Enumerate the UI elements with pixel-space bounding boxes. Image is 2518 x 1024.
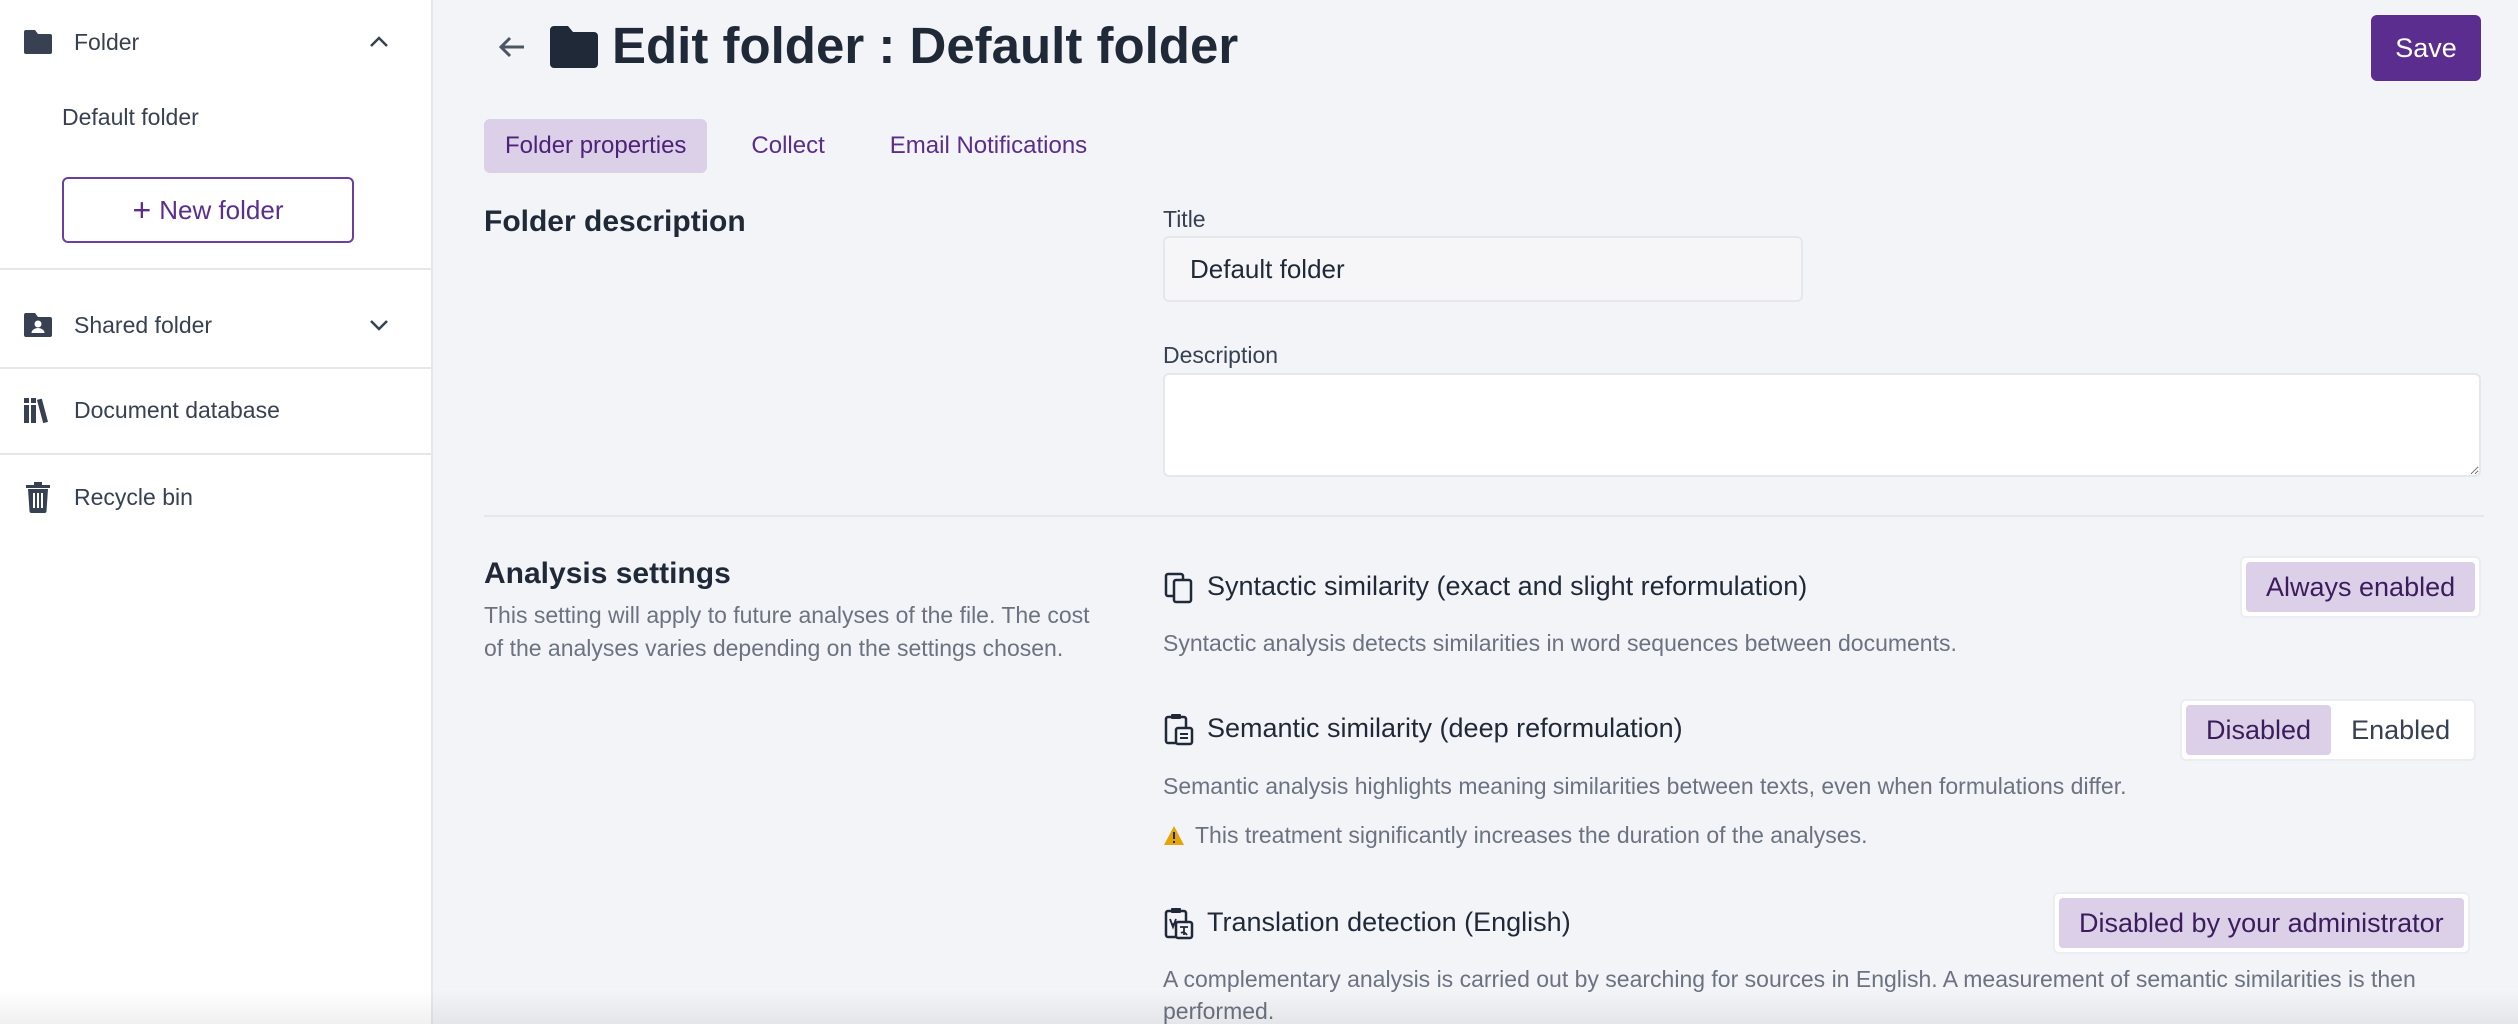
semantic-warning: This treatment significantly increases t… (1163, 822, 1867, 849)
description-textarea[interactable] (1163, 373, 2481, 477)
sidebar-item-recycle-bin[interactable]: Recycle bin (0, 467, 431, 527)
back-arrow-icon[interactable] (494, 32, 530, 62)
trash-icon (22, 481, 54, 513)
folder-icon (22, 26, 54, 58)
warning-icon (1164, 825, 1184, 845)
sidebar-divider (0, 367, 431, 369)
semantic-enabled-option[interactable]: Enabled (2331, 705, 2470, 755)
clipboard-compare-icon (1164, 714, 1194, 746)
folder-icon (550, 26, 598, 68)
copy-icon (1164, 572, 1193, 604)
new-folder-label: New folder (159, 194, 284, 225)
always-enabled-badge: Always enabled (2246, 562, 2476, 612)
chevron-down-icon[interactable] (365, 311, 393, 339)
tab-folder-properties[interactable]: Folder properties (484, 119, 708, 173)
sidebar-item-default-folder[interactable]: Default folder (62, 104, 199, 131)
semantic-similarity-description: Semantic analysis highlights meaning sim… (1163, 773, 2127, 799)
title-label: Title (1163, 206, 1206, 232)
plus-icon: + (132, 192, 152, 228)
folder-description-title: Folder description (484, 205, 746, 238)
new-folder-button[interactable]: + New folder (62, 177, 354, 243)
sidebar-divider (0, 453, 431, 455)
sidebar-item-shared-folder[interactable]: Shared folder (0, 295, 431, 355)
translate-icon (1164, 908, 1194, 940)
semantic-toggle-group: Disabled Enabled (2180, 699, 2477, 761)
tab-email-notifications[interactable]: Email Notifications (869, 119, 1108, 173)
semantic-disabled-option[interactable]: Disabled (2186, 705, 2332, 755)
chevron-up-icon[interactable] (365, 28, 393, 56)
sidebar-item-recycle-bin-label: Recycle bin (74, 483, 193, 510)
books-icon (22, 394, 54, 426)
translation-detection-description: A complementary analysis is carried out … (1163, 966, 2416, 1024)
shared-folder-icon (22, 309, 54, 341)
save-button[interactable]: Save (2371, 15, 2481, 81)
sidebar-item-document-database-label: Document database (74, 396, 280, 423)
syntactic-similarity-description: Syntactic analysis detects similarities … (1163, 630, 1957, 656)
analysis-settings-title: Analysis settings (484, 557, 731, 590)
sidebar: Folder Default folder + New folder Share… (0, 0, 433, 1024)
disabled-by-admin-badge: Disabled by your administrator (2059, 898, 2464, 948)
semantic-similarity-title: Semantic similarity (deep reformulation) (1207, 713, 1683, 743)
page-title: Edit folder : Default folder (612, 17, 1239, 74)
analysis-settings-subtitle: This setting will apply to future analys… (484, 602, 1090, 661)
syntactic-similarity-title: Syntactic similarity (exact and slight r… (1207, 571, 1808, 601)
translation-detection-title: Translation detection (English) (1207, 907, 1571, 937)
section-divider (484, 515, 2484, 517)
semantic-warning-text: This treatment significantly increases t… (1195, 822, 1868, 848)
sidebar-item-folder[interactable]: Folder (0, 12, 431, 72)
description-label: Description (1163, 342, 1279, 368)
syntactic-status-group: Always enabled (2240, 556, 2482, 618)
sidebar-item-folder-label: Folder (74, 28, 140, 55)
translation-status-group: Disabled by your administrator (2053, 892, 2470, 954)
title-input[interactable] (1163, 236, 1803, 302)
sidebar-item-shared-folder-label: Shared folder (74, 311, 213, 338)
tab-collect[interactable]: Collect (730, 119, 845, 173)
sidebar-divider (0, 268, 431, 270)
tab-bar: Folder properties Collect Email Notifica… (484, 119, 1131, 173)
sidebar-item-document-database[interactable]: Document database (0, 380, 431, 440)
